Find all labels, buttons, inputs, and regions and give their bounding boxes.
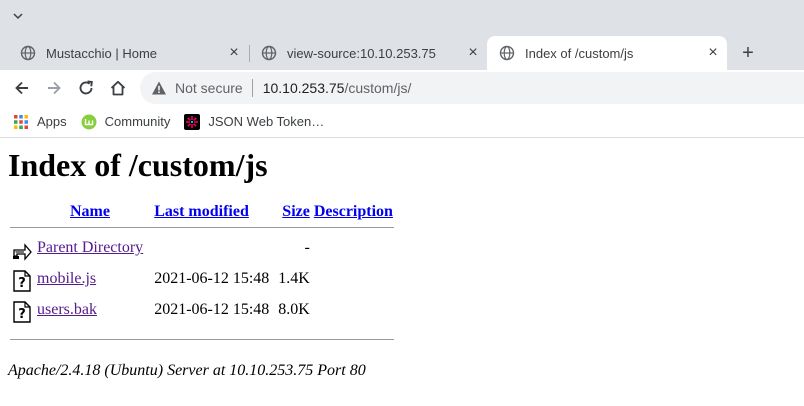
security-status-text[interactable]: Not secure (175, 80, 243, 96)
bookmarks-bar: Apps Community JSON Web Token… (0, 106, 804, 138)
back-folder-icon (13, 243, 32, 261)
unknown-file-icon: ? (13, 270, 31, 292)
arrow-right-icon (48, 81, 61, 95)
directory-listing: Name Last modified Size Description Pare… (8, 200, 396, 350)
window-titlebar (0, 0, 804, 36)
modified-cell (146, 238, 270, 267)
globe-icon (261, 45, 277, 61)
reload-button[interactable] (76, 78, 96, 98)
jwt-icon (184, 113, 201, 130)
column-name: Name (36, 202, 144, 222)
sort-by-description-link[interactable]: Description (314, 203, 393, 220)
sort-by-modified-link[interactable]: Last modified (154, 203, 249, 220)
url-host: 10.10.253.75 (262, 80, 345, 96)
tab-title: Index of /custom/js (525, 45, 634, 61)
omnibox-divider (251, 79, 253, 97)
warning-triangle-icon[interactable] (151, 80, 167, 96)
bookmark-json-web-token[interactable]: JSON Web Token… (184, 113, 325, 130)
header-divider (10, 227, 394, 228)
bookmark-community[interactable]: Community (81, 114, 171, 130)
home-button[interactable] (108, 78, 128, 98)
name-cell: Parent Directory (36, 238, 144, 267)
home-icon (110, 80, 126, 96)
globe-icon (499, 45, 515, 61)
apps-grid-icon (14, 114, 28, 129)
column-description: Description (313, 202, 394, 222)
url-path: /custom/js/ (344, 80, 412, 96)
server-signature: Apache/2.4.18 (Ubuntu) Server at 10.10.2… (8, 362, 366, 379)
icon-cell: ? (10, 269, 34, 298)
modified-cell: 2021-06-12 15:48 (154, 301, 270, 318)
size-cell: 1.4K (278, 270, 310, 287)
file-link-users-bak[interactable]: users.bak (37, 301, 97, 318)
name-cell: users.bak (36, 300, 144, 329)
parent-directory-link[interactable]: Parent Directory (37, 239, 143, 256)
description-cell (313, 238, 394, 267)
size-cell: - (304, 239, 310, 256)
sort-by-size-link[interactable]: Size (282, 203, 310, 220)
tab-mustacchio-home[interactable]: Mustacchio | Home × (8, 36, 248, 70)
reload-icon (79, 80, 93, 95)
arrow-left-icon (15, 81, 28, 95)
sort-by-name-link[interactable]: Name (70, 203, 110, 220)
tab-view-source[interactable]: view-source:10.10.253.75 × (249, 36, 487, 70)
tab-title: view-source:10.10.253.75 (287, 45, 436, 61)
file-link-mobile-js[interactable]: mobile.js (37, 270, 96, 287)
tab-close-icon[interactable]: × (465, 45, 481, 61)
address-bar[interactable]: Not secure 10.10.253.75/custom/js/ (140, 72, 804, 104)
tab-strip: Mustacchio | Home × view-source:10.10.25… (0, 36, 804, 70)
column-size: Size (272, 202, 311, 222)
bookmark-label: JSON Web Token… (208, 114, 325, 129)
table-row: ? users.bak 2021-06-12 15:48 8.0K (10, 300, 394, 329)
bookmark-apps[interactable]: Apps (13, 114, 67, 130)
rule-row (10, 331, 394, 348)
rule-row (10, 224, 394, 236)
bookmark-label: Community (104, 114, 171, 129)
description-cell (313, 300, 394, 329)
table-row: Parent Directory - (10, 238, 394, 267)
icon-cell: ? (10, 300, 34, 329)
tab-title: Mustacchio | Home (46, 45, 158, 61)
back-button[interactable] (12, 78, 32, 98)
new-tab-button[interactable]: + (738, 43, 758, 63)
size-cell: 8.0K (278, 301, 310, 318)
browser-toolbar: Not secure 10.10.253.75/custom/js/ (0, 70, 804, 106)
svg-text:?: ? (18, 307, 26, 322)
name-cell: mobile.js (36, 269, 144, 298)
page-content: Index of /custom/js Name Last modified S… (0, 145, 804, 380)
globe-icon (20, 45, 36, 61)
unknown-file-icon: ? (13, 301, 31, 323)
bookmark-label: Apps (37, 114, 67, 129)
footer-divider (10, 339, 394, 340)
column-last-modified: Last modified (146, 202, 270, 222)
tab-index-custom-js[interactable]: Index of /custom/js × (487, 36, 727, 70)
icon-column-header (10, 202, 34, 222)
description-cell (313, 269, 394, 298)
tab-close-icon[interactable]: × (226, 45, 242, 61)
forward-button[interactable] (44, 78, 64, 98)
modified-cell: 2021-06-12 15:48 (154, 270, 270, 287)
table-row: ? mobile.js 2021-06-12 15:48 1.4K (10, 269, 394, 298)
icon-cell (10, 238, 34, 267)
page-heading: Index of /custom/js (8, 147, 268, 183)
tab-close-icon[interactable]: × (705, 45, 721, 61)
tab-search-chevron-icon[interactable] (8, 10, 28, 26)
linux-mint-icon (81, 114, 97, 129)
svg-text:?: ? (18, 276, 26, 291)
listing-header-row: Name Last modified Size Description (10, 202, 394, 222)
